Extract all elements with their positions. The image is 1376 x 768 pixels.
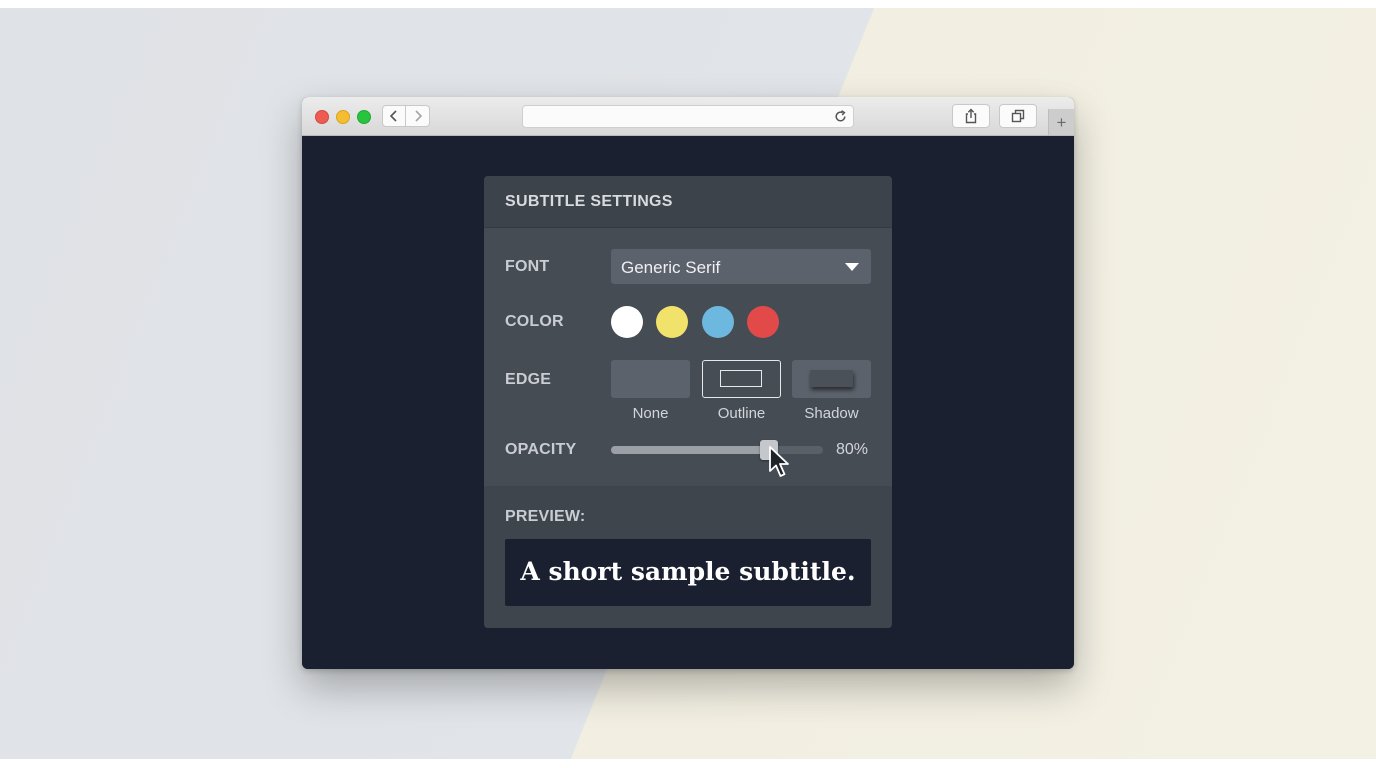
caret-down-icon [845, 263, 859, 271]
edge-none-caption: None [632, 405, 669, 422]
back-button[interactable] [382, 105, 406, 127]
panel-header: SUBTITLE SETTINGS [484, 176, 892, 228]
font-label: FONT [505, 258, 550, 275]
edge-shadow-caption: Shadow [804, 405, 859, 422]
color-swatch-red[interactable] [747, 306, 779, 338]
edge-outline-button[interactable] [702, 360, 781, 398]
forward-button[interactable] [406, 105, 430, 127]
outline-preview-icon [720, 370, 762, 387]
font-select[interactable]: Generic Serif [611, 249, 871, 284]
share-icon [965, 108, 977, 124]
edge-label: EDGE [505, 371, 552, 388]
mouse-cursor-icon [769, 446, 789, 477]
subtitle-preview-box: A short sample subtitle. [505, 539, 871, 606]
color-label: COLOR [505, 313, 564, 330]
font-select-value: Generic Serif [621, 258, 721, 277]
plus-icon: + [1056, 112, 1067, 132]
edge-shadow-button[interactable] [792, 360, 871, 398]
address-bar[interactable] [522, 105, 854, 128]
preview-label: PREVIEW: [505, 508, 586, 525]
new-tab-button[interactable]: + [1048, 109, 1074, 135]
opacity-slider-fill [611, 446, 769, 454]
panel-title: SUBTITLE SETTINGS [505, 193, 673, 210]
shadow-preview-icon [810, 370, 853, 387]
share-button[interactable] [952, 104, 990, 128]
show-tabs-button[interactable] [999, 104, 1037, 128]
opacity-label: OPACITY [505, 441, 577, 458]
preview-subtitle-text: A short sample subtitle. [520, 557, 856, 586]
subtitle-settings-panel: SUBTITLE SETTINGS FONT Generic Serif COL… [484, 176, 892, 628]
zoom-window-button[interactable] [357, 110, 371, 124]
edge-outline-caption: Outline [717, 405, 766, 422]
opacity-value: 80% [836, 441, 869, 458]
browser-toolbar: + [302, 97, 1074, 136]
reload-icon[interactable] [833, 109, 848, 124]
chevron-left-icon [389, 110, 397, 122]
close-window-button[interactable] [315, 110, 329, 124]
edge-none-button[interactable] [611, 360, 690, 398]
tabs-icon [1011, 109, 1025, 123]
browser-window: + SUBTITLE SETTINGS FONT Generic Serif C… [302, 97, 1074, 669]
color-swatch-white[interactable] [611, 306, 643, 338]
color-swatch-blue[interactable] [702, 306, 734, 338]
color-swatch-yellow[interactable] [656, 306, 688, 338]
minimize-window-button[interactable] [336, 110, 350, 124]
chevron-right-icon [414, 110, 422, 122]
page-content: SUBTITLE SETTINGS FONT Generic Serif COL… [302, 136, 1074, 669]
